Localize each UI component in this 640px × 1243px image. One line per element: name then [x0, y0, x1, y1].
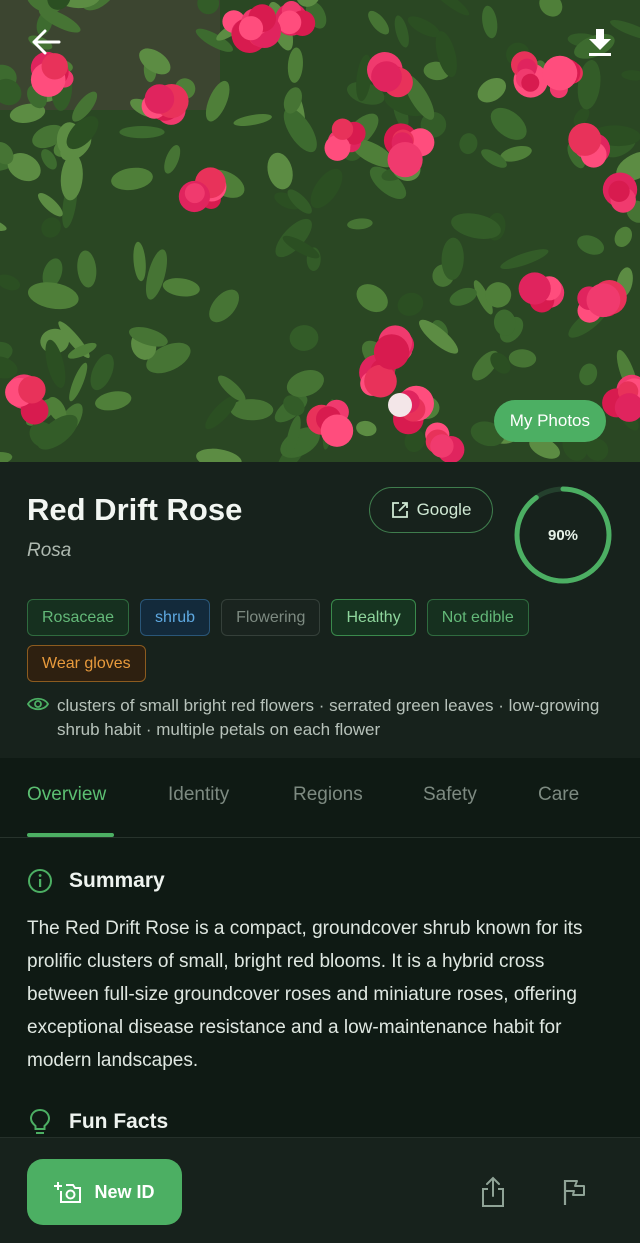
bottom-action-bar: New ID [0, 1137, 640, 1243]
tab-regions[interactable]: Regions [293, 784, 363, 806]
flag-icon [563, 1180, 585, 1205]
overview-content: Summary The Red Drift Rose is a compact,… [0, 838, 640, 1137]
plant-common-name: Red Drift Rose [27, 492, 243, 527]
tag-chip: Healthy [331, 599, 416, 636]
new-id-label: New ID [94, 1181, 155, 1202]
tab-care[interactable]: Care [538, 784, 579, 806]
report-button[interactable] [554, 1172, 594, 1212]
tag-chip: shrub [140, 599, 211, 636]
camera-plus-icon [54, 1182, 82, 1203]
tab-safety[interactable]: Safety [423, 784, 477, 806]
download-icon [589, 29, 611, 56]
arrow-left-icon [32, 29, 61, 55]
external-link-icon [391, 502, 408, 518]
google-search-button[interactable]: Google [369, 487, 493, 533]
lightbulb-icon [29, 1108, 51, 1134]
fun-facts-title: Fun Facts [69, 1110, 169, 1133]
tab-overview[interactable]: Overview [27, 784, 106, 806]
active-tab-indicator [27, 833, 114, 837]
confidence-label: 90% [547, 526, 579, 544]
plant-header: Red Drift Rose Rosa Google 90% Rosaceae s… [0, 462, 640, 758]
plant-scientific-name: Rosa [27, 540, 72, 561]
share-button[interactable] [473, 1172, 513, 1212]
tag-chip: Not edible [426, 599, 529, 636]
my-photos-button[interactable]: My Photos [493, 400, 606, 442]
visual-features-text: clusters of small bright red flowers · s… [57, 696, 600, 739]
download-button[interactable] [578, 22, 622, 62]
plant-photo: My Photos [0, 0, 640, 462]
tag-chip: Flowering [221, 599, 321, 636]
tag-list: Rosaceae shrub Flowering Healthy Not edible W… [27, 599, 617, 682]
back-button[interactable] [24, 22, 68, 62]
tab-bar: Overview Identity Regions Safety Care [0, 758, 640, 838]
summary-text: The Red Drift Rose is a compact, groundc… [27, 918, 583, 1071]
rose-bush-image [0, 0, 640, 462]
tag-chip: Rosaceae [27, 599, 130, 636]
google-label: Google [416, 500, 472, 519]
tab-identity[interactable]: Identity [168, 784, 229, 806]
new-id-button[interactable]: New ID [27, 1159, 182, 1225]
eye-icon [27, 697, 49, 711]
my-photos-label: My Photos [509, 411, 590, 430]
summary-title: Summary [69, 869, 165, 892]
info-icon [28, 869, 52, 893]
visual-features: clusters of small bright red flowers · s… [27, 694, 607, 742]
tag-chip: Wear gloves [27, 645, 146, 682]
summary-heading: Summary [27, 868, 165, 894]
confidence-gauge: 90% [512, 484, 614, 586]
share-icon [482, 1176, 504, 1207]
fun-facts-heading: Fun Facts [27, 1108, 168, 1136]
